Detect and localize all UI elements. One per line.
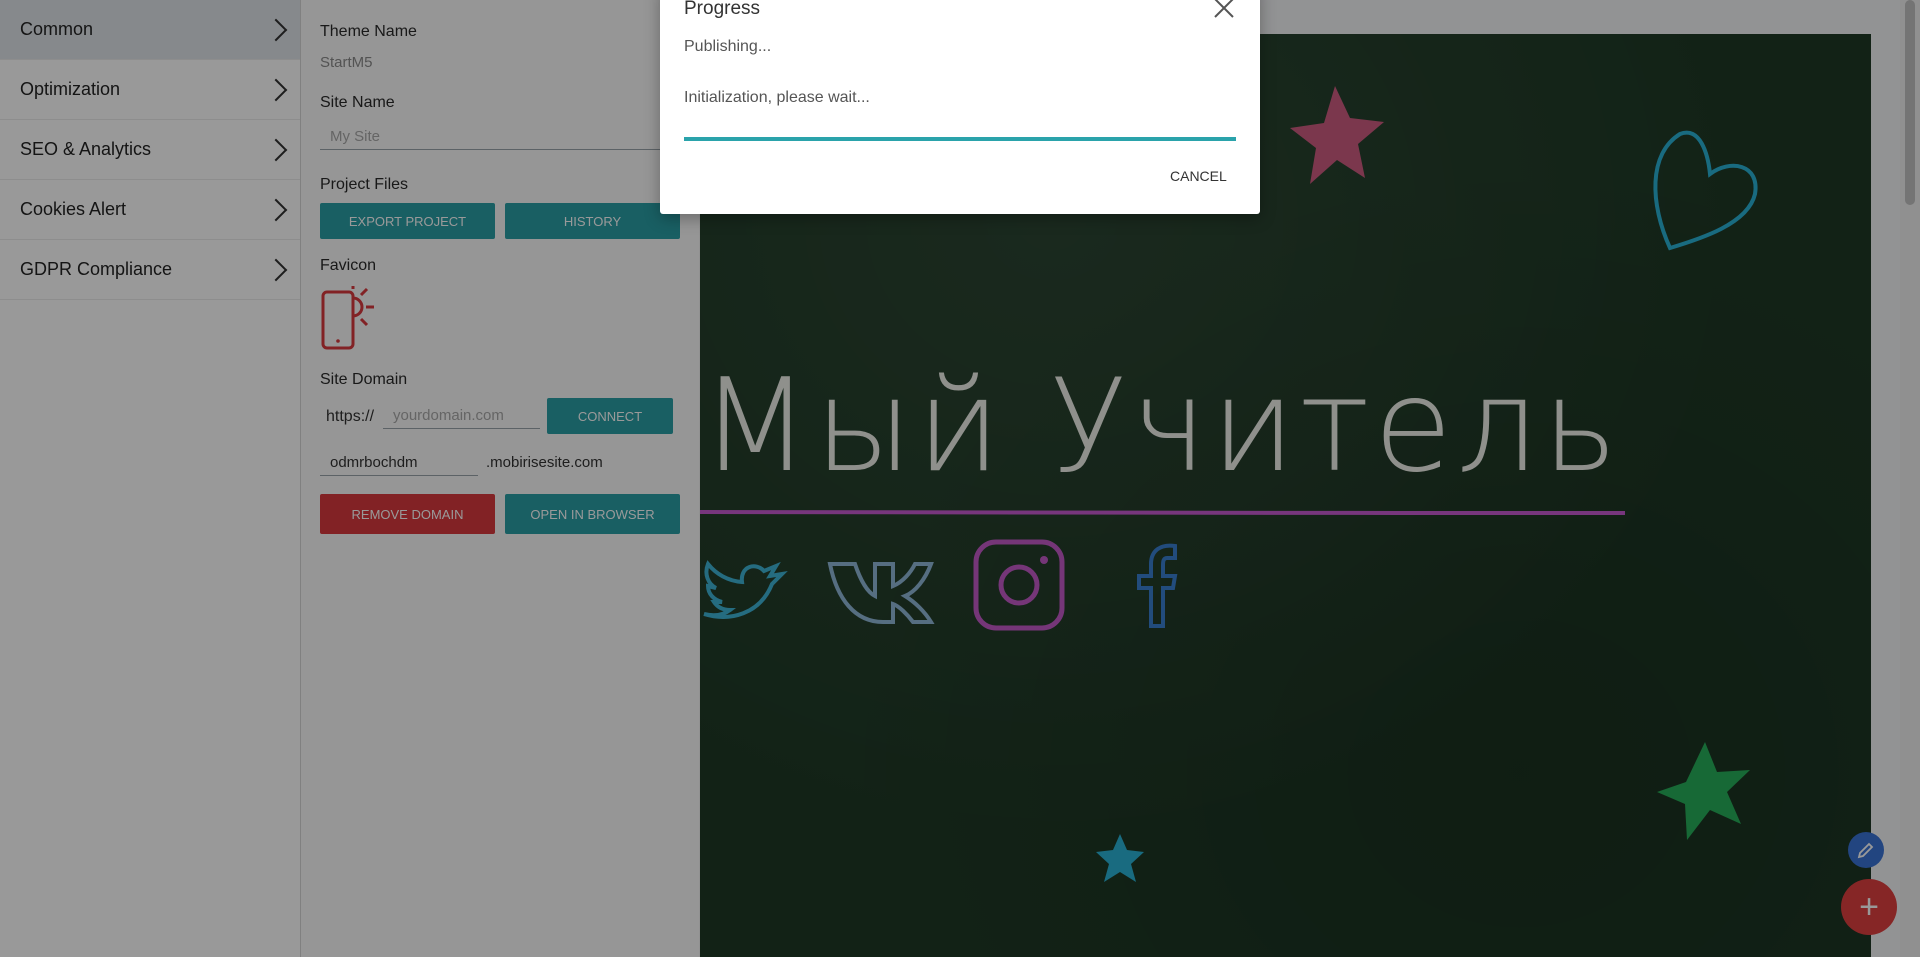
- dialog-status: Publishing...: [684, 38, 772, 55]
- cancel-button[interactable]: CANCEL: [1158, 159, 1239, 193]
- dialog-title: Progress: [684, 0, 761, 19]
- progress-bar-fill: [684, 137, 1236, 141]
- progress-dialog: Progress Publishing... Initialization, p…: [660, 0, 1260, 214]
- dialog-message: Initialization, please wait...: [684, 89, 870, 106]
- close-icon[interactable]: [1212, 0, 1236, 20]
- progress-bar: [684, 137, 1236, 141]
